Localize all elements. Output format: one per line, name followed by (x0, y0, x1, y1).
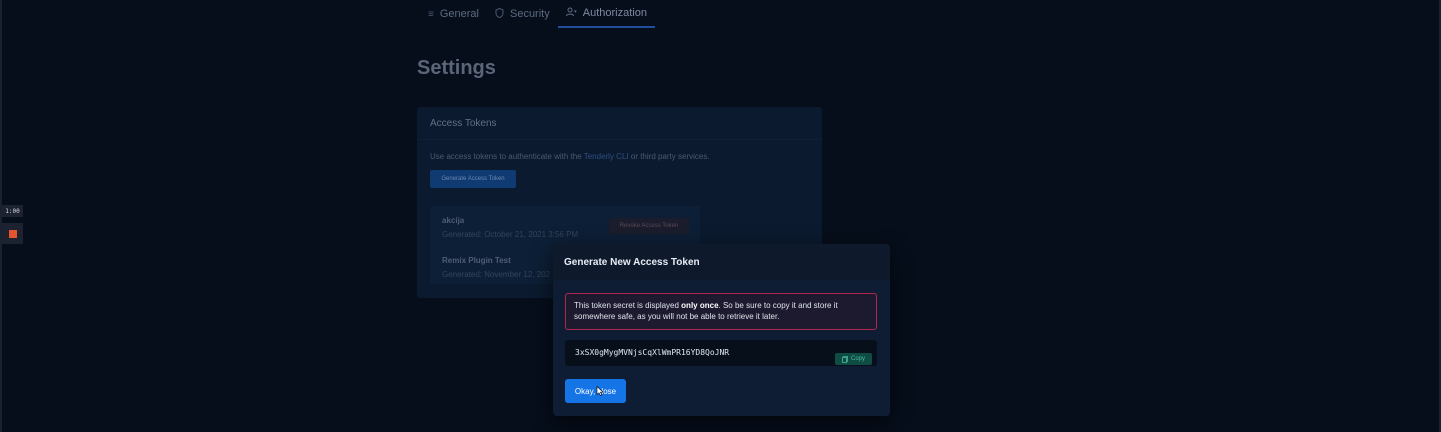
revoke-access-token-button[interactable]: Revoke Access Token (609, 218, 689, 234)
tab-authorization-label: Authorization (582, 7, 647, 19)
list-icon: ≡ (428, 8, 434, 20)
generate-access-token-button[interactable]: Generate Access Token (430, 170, 516, 188)
app-frame: ≡ General Security Authorization Setting… (0, 0, 1441, 432)
token-name: akcija (442, 216, 465, 225)
alert-prefix: This token secret is displayed (574, 301, 682, 310)
copy-label: Copy (850, 356, 865, 362)
description-suffix: or third party services. (628, 152, 710, 161)
copy-button[interactable]: Copy (835, 353, 872, 365)
generate-token-modal: Generate New Access Token This token sec… (553, 244, 890, 416)
copy-icon (842, 355, 848, 363)
tab-security[interactable]: Security (487, 0, 558, 28)
token-name: Remix Plugin Test (442, 256, 511, 265)
stop-recording-button[interactable] (2, 223, 23, 244)
stop-icon (8, 229, 17, 238)
tenderly-cli-link[interactable]: Tenderly CLI (584, 152, 629, 161)
modal-title: Generate New Access Token (553, 244, 890, 280)
shield-icon (495, 7, 504, 21)
settings-tabs: ≡ General Security Authorization (420, 0, 655, 28)
tab-general-label: General (439, 8, 479, 20)
user-key-icon (565, 7, 577, 20)
tab-general[interactable]: ≡ General (420, 0, 487, 28)
alert-emphasis: only once (681, 301, 719, 310)
token-secret[interactable]: 3xSX0gMygMVNjsCqXlWmPR16YD8QoJNR (575, 348, 729, 357)
access-tokens-header: Access Tokens (417, 107, 822, 140)
description-prefix: Use access tokens to authenticate with t… (430, 152, 584, 161)
recording-timer: 1:00 (2, 205, 23, 217)
list-item: akcija Generated: October 21, 2021 3:56 … (442, 216, 578, 239)
token-generated-date: Generated: November 12, 202 (442, 270, 551, 279)
tab-authorization[interactable]: Authorization (557, 0, 655, 28)
token-secret-box: 3xSX0gMygMVNjsCqXlWmPR16YD8QoJNR Copy (565, 340, 877, 366)
list-item: Remix Plugin Test Generated: November 12… (442, 256, 550, 279)
access-tokens-description: Use access tokens to authenticate with t… (430, 152, 710, 161)
tab-security-label: Security (509, 8, 550, 20)
token-generated-date: Generated: October 21, 2021 3:56 PM (442, 230, 579, 239)
page-title: Settings (417, 57, 496, 79)
okay-close-button[interactable]: Okay, close (565, 379, 626, 403)
once-only-warning: This token secret is displayed only once… (565, 293, 877, 330)
